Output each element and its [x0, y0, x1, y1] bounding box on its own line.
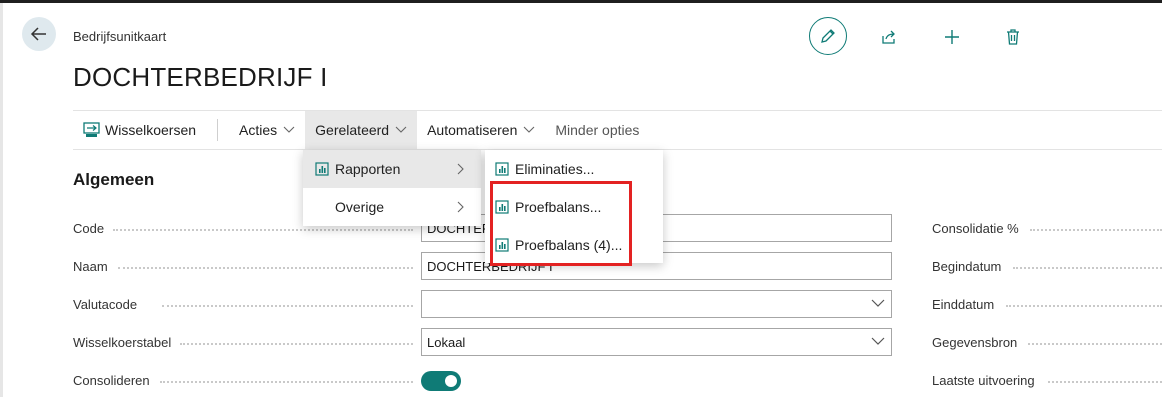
field-start-date-label: Begindatum	[932, 259, 1002, 274]
menu-fewer-options[interactable]: Minder opties	[545, 111, 649, 149]
add-button[interactable]	[939, 24, 965, 50]
page-title: DOCHTERBEDRIJF I	[73, 62, 328, 92]
consolidate-toggle[interactable]	[421, 371, 461, 391]
section-title: Algemeen	[73, 170, 155, 189]
menu-fewer-options-label: Minder opties	[555, 122, 640, 138]
pencil-icon	[821, 29, 835, 43]
arrow-left-icon	[30, 27, 46, 41]
chevron-down-icon	[395, 126, 407, 133]
menu-item-reports-label: Rapporten	[335, 161, 401, 177]
field-leader	[160, 381, 413, 383]
currency-code-select[interactable]	[421, 290, 892, 318]
window-left-edge	[0, 3, 3, 397]
menu-related-label: Gerelateerd	[315, 122, 390, 138]
breadcrumb: Bedrijfsunitkaart	[73, 29, 167, 44]
field-leader	[162, 305, 413, 307]
menu-automate[interactable]: Automatiseren	[417, 111, 545, 149]
field-consolidation-pct-label: Consolidatie %	[932, 221, 1019, 236]
chevron-right-icon	[457, 201, 464, 213]
field-data-source-label: Gegevensbron	[932, 335, 1018, 350]
menu-automate-label: Automatiseren	[427, 122, 518, 138]
menu-item-other-label: Overige	[335, 199, 385, 215]
share-icon	[882, 30, 895, 44]
action-bar: Wisselkoersen Acties Gerelateerd Automat…	[73, 111, 649, 149]
field-leader	[1013, 267, 1162, 269]
delete-button[interactable]	[1000, 24, 1026, 50]
menu-related[interactable]: Gerelateerd	[305, 111, 418, 149]
field-leader	[113, 229, 413, 231]
menu-exchange-rates-label: Wisselkoersen	[105, 122, 197, 138]
field-leader	[118, 267, 413, 269]
menu-item-eliminations-label: Eliminaties...	[515, 161, 595, 177]
chevron-down-icon	[283, 126, 295, 133]
field-consolidate-label: Consolideren	[73, 373, 150, 388]
field-leader	[1028, 343, 1162, 345]
field-leader	[1006, 305, 1162, 307]
exchange-table-value: Lokaal	[427, 334, 466, 350]
menu-actions-label: Acties	[239, 122, 278, 138]
field-leader	[1030, 229, 1162, 231]
exchange-table-select[interactable]: Lokaal	[421, 328, 892, 356]
share-button[interactable]	[876, 24, 902, 50]
field-end-date-label: Einddatum	[932, 297, 995, 312]
field-last-run-label: Laatste uitvoering	[932, 373, 1035, 388]
report-icon	[315, 162, 329, 176]
edit-button[interactable]	[809, 17, 847, 55]
menu-item-reports[interactable]: Rapporten	[303, 150, 481, 188]
toggle-knob	[445, 375, 457, 387]
chevron-down-icon	[871, 299, 885, 307]
back-button[interactable]	[22, 17, 56, 51]
chevron-down-icon	[871, 337, 885, 345]
report-icon	[495, 162, 509, 176]
window-top-border	[0, 0, 1162, 3]
trash-icon	[1007, 29, 1019, 45]
menu-divider	[217, 119, 219, 141]
field-code-label: Code	[73, 221, 105, 236]
field-leader	[180, 343, 413, 345]
field-currency-label: Valutacode	[73, 297, 138, 312]
field-exchange-table-label: Wisselkoerstabel	[73, 335, 172, 350]
menu-exchange-rates[interactable]: Wisselkoersen	[73, 111, 206, 149]
menu-item-other[interactable]: Overige	[303, 188, 481, 226]
chevron-down-icon	[523, 126, 535, 133]
exchange-rates-icon	[83, 122, 100, 137]
menu-actions[interactable]: Acties	[229, 111, 305, 149]
highlight-box	[490, 181, 632, 266]
plus-icon	[945, 30, 959, 44]
field-name-label: Naam	[73, 259, 108, 274]
related-menu: Rapporten Overige	[303, 150, 481, 226]
chevron-right-icon	[457, 163, 464, 175]
field-leader	[1048, 381, 1162, 383]
